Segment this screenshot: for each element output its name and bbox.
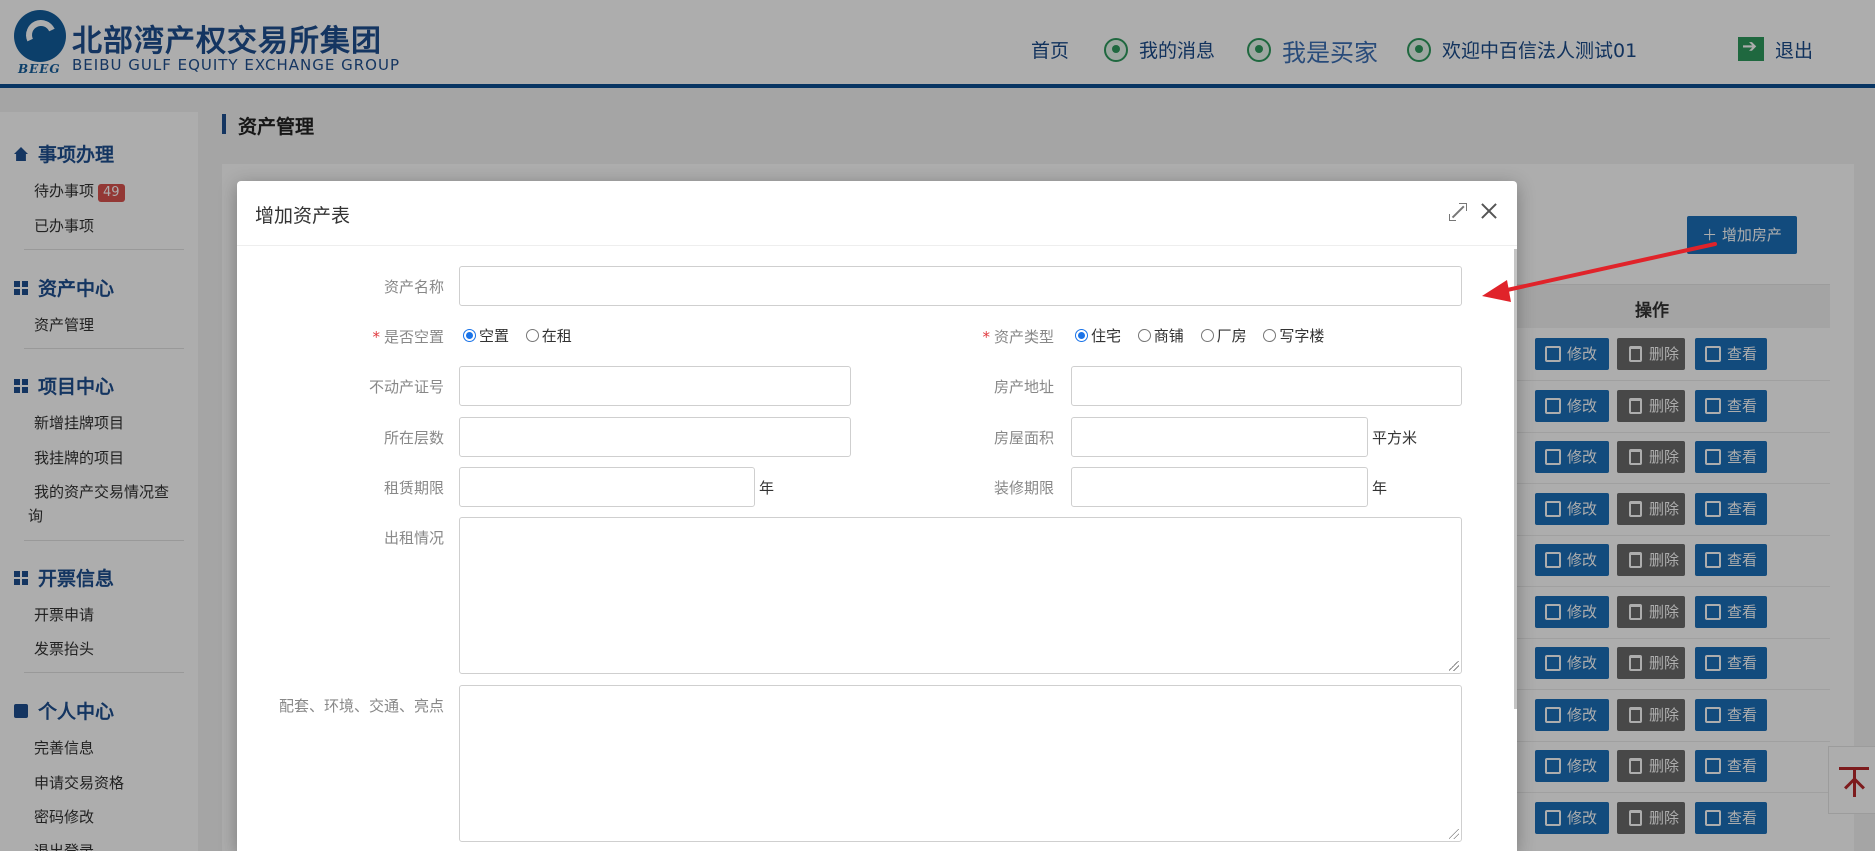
asset-type-label: * 资产类型: [897, 326, 1054, 347]
radio-checked[interactable]: [1075, 329, 1088, 342]
rental-textarea[interactable]: [459, 517, 1462, 674]
amenities-label: 配套、环境、交通、亮点: [278, 697, 444, 715]
radio-checked[interactable]: [463, 329, 476, 342]
lease-term-label: 租赁期限: [383, 479, 444, 497]
property-cert-input[interactable]: [459, 366, 851, 406]
decor-term-label: 装修期限: [993, 479, 1054, 497]
property-cert-label: 不动产证号: [368, 378, 444, 396]
floor-label: 所在层数: [383, 429, 444, 447]
rental-label: 出租情况: [383, 529, 444, 547]
area-unit: 平方米: [1372, 429, 1418, 447]
decor-term-unit: 年: [1372, 479, 1388, 497]
decor-term-input[interactable]: [1071, 467, 1368, 507]
floor-input[interactable]: [459, 417, 851, 457]
area-input[interactable]: [1071, 417, 1368, 457]
dialog-title: 增加资产表: [255, 205, 351, 227]
amenities-textarea[interactable]: [459, 685, 1462, 842]
radio-unchecked[interactable]: [525, 329, 539, 342]
asset-name-label: 资产名称: [383, 278, 444, 296]
required-mark: *: [372, 328, 380, 346]
asset-type-option-factory[interactable]: 厂房: [1200, 325, 1247, 346]
radio-label: 厂房: [1216, 327, 1247, 345]
radio-label: 商铺: [1153, 327, 1184, 345]
asset-name-input[interactable]: [459, 266, 1462, 306]
vacant-label-text: 是否空置: [383, 328, 444, 346]
lease-term-input[interactable]: [459, 467, 755, 507]
expand-icon[interactable]: [1449, 203, 1467, 221]
radio-label: 写字楼: [1279, 327, 1325, 345]
radio-label: 空置: [479, 327, 510, 345]
radio-unchecked[interactable]: [1263, 329, 1277, 342]
area-label: 房屋面积: [993, 429, 1054, 447]
asset-type-radio-group: 住宅 商铺 厂房 写字楼: [1075, 325, 1336, 346]
asset-type-option-office[interactable]: 写字楼: [1263, 325, 1324, 346]
vacant-option-rented[interactable]: 在租: [525, 325, 572, 346]
lease-term-unit: 年: [759, 479, 775, 497]
resize-grip-icon[interactable]: [1449, 661, 1459, 671]
dialog-scrollbar[interactable]: [1514, 249, 1517, 709]
vacant-label: * 是否空置: [287, 326, 444, 347]
radio-unchecked[interactable]: [1200, 329, 1214, 342]
address-input[interactable]: [1071, 366, 1462, 406]
add-asset-dialog: 增加资产表 资产名称 * 是否空置 空置 在租 * 资产类型 住宅 商铺 厂房 写字…: [237, 181, 1517, 851]
vacant-radio-group: 空置 在租: [463, 325, 584, 346]
dialog-header-divider: [237, 245, 1517, 246]
radio-label: 住宅: [1091, 327, 1122, 345]
resize-grip-icon[interactable]: [1449, 829, 1459, 839]
asset-type-label-text: 资产类型: [993, 328, 1054, 346]
radio-unchecked[interactable]: [1137, 329, 1151, 342]
vacant-option-vacant[interactable]: 空置: [463, 325, 509, 346]
address-label: 房产地址: [993, 378, 1054, 396]
asset-type-option-residential[interactable]: 住宅: [1075, 325, 1121, 346]
asset-type-option-shop[interactable]: 商铺: [1137, 325, 1184, 346]
radio-label: 在租: [541, 327, 572, 345]
required-mark: *: [982, 328, 990, 346]
close-icon[interactable]: [1479, 201, 1499, 221]
